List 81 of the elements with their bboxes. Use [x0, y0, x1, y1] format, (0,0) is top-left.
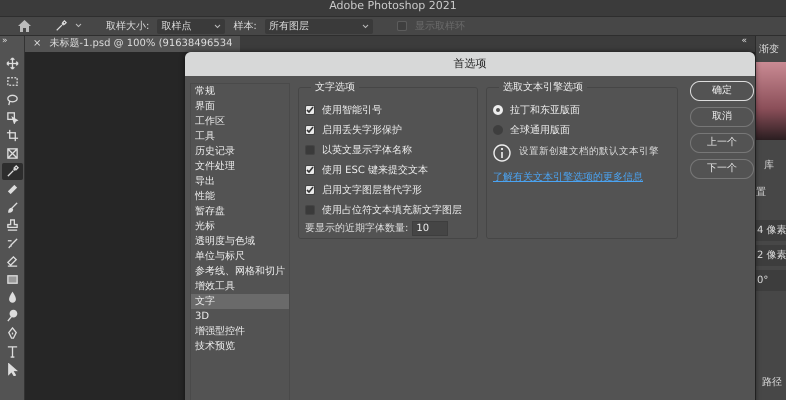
marquee-icon: [6, 75, 18, 88]
category-item[interactable]: 暂存盘: [191, 204, 289, 219]
checkbox[interactable]: [305, 145, 315, 155]
group-title: 选取文本引擎选项: [499, 81, 587, 94]
checkbox[interactable]: [305, 125, 315, 135]
category-item[interactable]: 历史记录: [191, 144, 289, 159]
pen-icon: [6, 327, 18, 340]
dialog-button[interactable]: 确定: [690, 81, 754, 101]
collapse-toggle[interactable]: «: [741, 36, 747, 47]
category-item[interactable]: 单位与标尺: [191, 249, 289, 264]
category-item[interactable]: 光标: [191, 219, 289, 234]
checkbox[interactable]: [305, 205, 315, 215]
eyedropper-tool[interactable]: [2, 163, 22, 180]
category-item[interactable]: 透明度与色域: [191, 234, 289, 249]
category-item[interactable]: 工具: [191, 129, 289, 144]
frame-icon: [6, 147, 18, 160]
radio-label: 拉丁和东亚版面: [510, 104, 580, 118]
sample-size-label: 取样大小:: [106, 20, 150, 34]
type-icon: [6, 345, 18, 358]
dialog-title: 首选项: [185, 52, 755, 76]
dialog-button[interactable]: 上一个: [690, 133, 754, 153]
eyedropper-icon[interactable]: [55, 18, 67, 34]
gradient-icon: [6, 273, 18, 286]
close-icon[interactable]: ×: [33, 36, 42, 52]
home-icon[interactable]: [18, 18, 31, 34]
crop-icon: [6, 129, 18, 142]
property-value: 0°: [756, 270, 786, 291]
brush-icon: [6, 201, 18, 214]
group-title: 文字选项: [311, 81, 359, 94]
eraser-icon: [6, 255, 18, 268]
property-value: 2 像素: [756, 245, 786, 266]
category-item[interactable]: 增效工具: [191, 279, 289, 294]
library-tab[interactable]: 库: [756, 144, 786, 179]
category-item[interactable]: 技术预览: [191, 339, 289, 354]
checkbox-label: 使用智能引号: [322, 104, 382, 118]
lasso-icon: [6, 93, 18, 106]
bandage-icon: [6, 183, 18, 196]
eyedropper-icon: [6, 165, 18, 178]
property-value: 4 像素: [756, 220, 786, 241]
document-title: 未标题-1.psd @ 100% (91638496534: [49, 36, 232, 51]
checkbox-label: 启用丢失字形保护: [322, 124, 402, 138]
category-item[interactable]: 文字: [191, 294, 289, 309]
category-item[interactable]: 工作区: [191, 114, 289, 129]
checkbox[interactable]: [305, 185, 315, 195]
sample-label: 样本:: [233, 20, 257, 34]
sample-select[interactable]: 所有图层: [264, 18, 373, 34]
category-item[interactable]: 常规: [191, 84, 289, 99]
recent-fonts-field[interactable]: 10: [412, 221, 448, 236]
category-item[interactable]: 导出: [191, 174, 289, 189]
history-brush-icon: [6, 237, 18, 250]
recent-fonts-label: 要显示的近期字体数量:: [305, 222, 408, 236]
category-item[interactable]: 3D: [191, 309, 289, 324]
sample-size-select[interactable]: 取样点: [157, 18, 226, 34]
checkbox-label: 使用 ESC 键来提交文本: [322, 164, 428, 178]
radio-label: 全球通用版面: [510, 124, 570, 138]
pointer-icon: [6, 363, 18, 376]
stamp-icon: [6, 219, 18, 232]
paths-tab[interactable]: 路径: [756, 371, 786, 400]
dodge-icon: [6, 309, 18, 322]
category-item[interactable]: 增强型控件: [191, 324, 289, 339]
category-item[interactable]: 性能: [191, 189, 289, 204]
info-text: 设置新创建文档的默认文本引擎: [519, 145, 659, 159]
dialog-button[interactable]: 取消: [690, 107, 754, 127]
document-tab[interactable]: × 未标题-1.psd @ 100% (91638496534: [25, 36, 240, 52]
collapse-toggle[interactable]: »: [0, 36, 8, 47]
move-icon: [6, 57, 18, 70]
radio-button[interactable]: [493, 105, 503, 115]
checkbox-label: 以英文显示字体名称: [322, 144, 412, 158]
info-icon: [493, 144, 511, 162]
checkbox-label: 启用文字图层替代字形: [322, 184, 422, 198]
checkbox[interactable]: [305, 105, 315, 115]
property-label: 置: [756, 186, 767, 200]
selection-arrow-icon: [6, 111, 18, 124]
category-item[interactable]: 界面: [191, 99, 289, 114]
category-item[interactable]: 文件处理: [191, 159, 289, 174]
checkbox-label: 使用占位符文本填充新文字图层: [322, 204, 462, 218]
app-title: Adobe Photoshop 2021: [329, 0, 457, 14]
dialog-button[interactable]: 下一个: [690, 159, 754, 179]
checkbox[interactable]: [305, 165, 315, 175]
gradient-tab[interactable]: 渐变: [756, 36, 786, 58]
category-item[interactable]: 参考线、网格和切片: [191, 264, 289, 279]
